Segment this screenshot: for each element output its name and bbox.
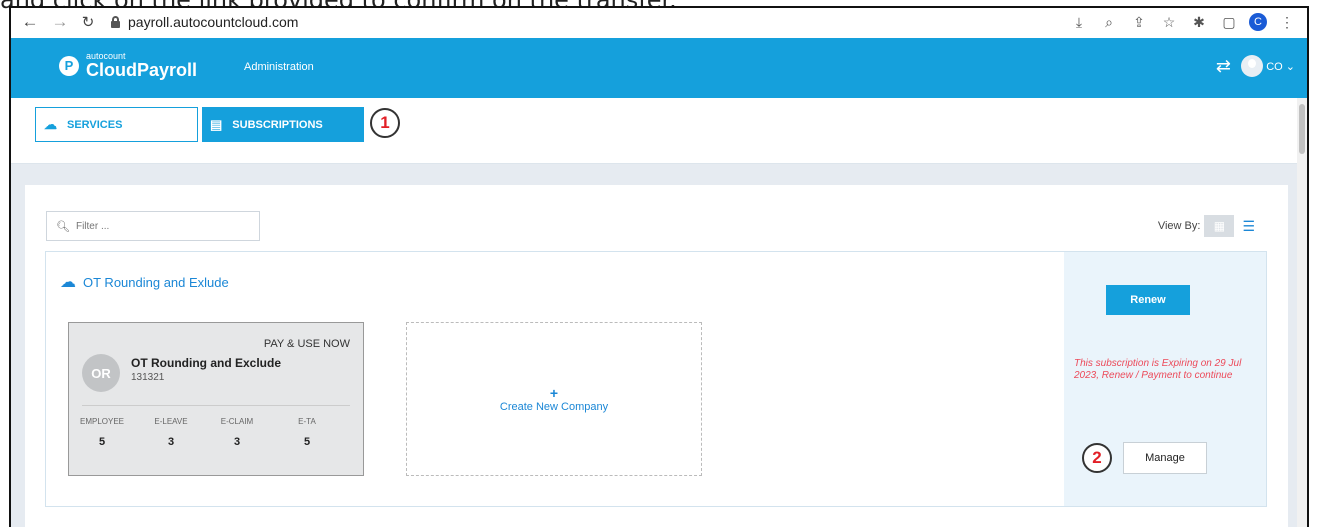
browser-window: ← → ↻ payroll.autocountcloud.com ⤓ ⌕ ⇪ ☆… [9, 6, 1309, 527]
app-header: P autocount CloudPayroll Administration … [11, 38, 1307, 98]
scrollbar-thumb[interactable] [1299, 104, 1305, 154]
manage-button[interactable]: Manage [1123, 442, 1207, 474]
stat-e-claim: E-CLAIM 3 [220, 417, 254, 448]
grid-view-icon[interactable]: ▦ [1204, 215, 1235, 237]
bookmark-star-icon[interactable]: ☆ [1159, 12, 1179, 32]
plan-label: PAY & USE NOW [263, 338, 350, 350]
switch-sync-icon[interactable]: ⇄ [1216, 56, 1231, 77]
create-new-company-button[interactable]: + Create New Company [406, 322, 702, 476]
create-new-company-label: Create New Company [499, 401, 609, 413]
filter-field[interactable]: 🔍︎ [46, 211, 260, 241]
tab-services-label: SERVICES [67, 118, 123, 131]
company-name: OT Rounding and Exclude [131, 356, 281, 370]
back-arrow-icon[interactable]: ← [19, 11, 41, 33]
service-card: ☁ OT Rounding and Exlude PAY & USE NOW O… [45, 251, 1267, 507]
browser-actions: ⤓ ⌕ ⇪ ☆ ✱ ▢ C ⋮ [1069, 12, 1297, 32]
user-menu-label[interactable]: CO ⌄ [1266, 60, 1295, 73]
stat-employee: EMPLOYEE 5 [79, 417, 124, 448]
receipt-icon: ▤ [210, 116, 223, 132]
address-bar[interactable]: payroll.autocountcloud.com [128, 14, 298, 30]
company-card[interactable]: PAY & USE NOW OR OT Rounding and Exclude… [68, 322, 364, 476]
reload-icon[interactable]: ↻ [77, 11, 99, 33]
cloud-icon: ☁ [60, 274, 76, 291]
step-marker-1: 1 [370, 108, 400, 138]
cloudpayroll-logo[interactable]: P autocount CloudPayroll [59, 52, 197, 79]
stat-e-leave: E-LEAVE 3 [154, 417, 188, 448]
expiry-warning: This subscription is Expiring on 29 Jul … [1074, 358, 1242, 381]
tab-subscriptions-label: SUBSCRIPTIONS [232, 118, 323, 131]
nav-administration[interactable]: Administration [244, 61, 314, 73]
subscriptions-panel: 🔍︎ View By: ▦ ☰ ☁ OT Rounding and Exlude… [25, 185, 1288, 527]
company-code: 131321 [131, 372, 165, 383]
browser-menu-icon[interactable]: ⋮ [1277, 12, 1297, 32]
zoom-icon[interactable]: ⌕ [1099, 12, 1119, 32]
renew-button[interactable]: Renew [1106, 285, 1190, 315]
logo-big-text: CloudPayroll [86, 60, 198, 80]
service-title[interactable]: ☁ OT Rounding and Exlude [60, 272, 229, 292]
plus-icon: + [549, 385, 559, 401]
view-by-control: View By: ▦ ☰ [1158, 215, 1255, 237]
share-icon[interactable]: ⇪ [1129, 12, 1149, 32]
logo-badge-icon: P [59, 55, 79, 76]
user-avatar[interactable] [1241, 55, 1263, 77]
divider [82, 405, 350, 406]
extensions-puzzle-icon[interactable]: ✱ [1189, 12, 1209, 32]
stat-e-ta: E-TA 5 [298, 417, 316, 448]
page-scrollbar[interactable] [1297, 98, 1307, 527]
browser-profile-avatar[interactable]: C [1249, 13, 1267, 31]
search-icon: 🔍︎ [56, 220, 70, 233]
tab-subscriptions[interactable]: ▤ SUBSCRIPTIONS [202, 107, 364, 142]
lock-icon [111, 16, 120, 28]
company-avatar: OR [82, 354, 120, 392]
screenshot: and click on the link provided to confir… [0, 0, 1318, 527]
list-view-icon[interactable]: ☰ [1242, 218, 1255, 235]
service-title-text: OT Rounding and Exlude [83, 274, 229, 290]
browser-toolbar: ← → ↻ payroll.autocountcloud.com ⤓ ⌕ ⇪ ☆… [11, 8, 1307, 38]
subscription-actions-pane: Renew This subscription is Expiring on 2… [1064, 252, 1266, 506]
sub-tab-bar: ☁ SERVICES ▤ SUBSCRIPTIONS 1 [11, 98, 1307, 164]
install-icon[interactable]: ⤓ [1069, 12, 1089, 32]
tab-services[interactable]: ☁ SERVICES [35, 107, 198, 142]
view-by-label: View By: [1157, 220, 1201, 232]
cloud-icon: ☁ [44, 116, 57, 132]
content-area: 🔍︎ View By: ▦ ☰ ☁ OT Rounding and Exlude… [11, 164, 1300, 527]
side-panel-icon[interactable]: ▢ [1219, 12, 1239, 32]
step-marker-2: 2 [1082, 443, 1112, 473]
filter-input[interactable] [75, 220, 256, 232]
forward-arrow-icon[interactable]: → [49, 11, 71, 33]
